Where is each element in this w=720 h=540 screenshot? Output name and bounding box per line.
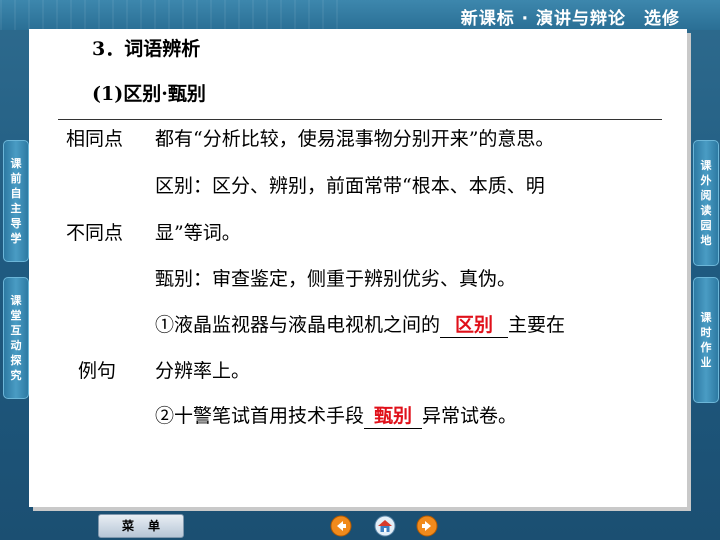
section-heading: 3．词语辨析	[92, 38, 201, 60]
example-label: 例句	[78, 360, 117, 382]
diff-text-line1: 区别：区分、辨别，前面常带“根本、本质、明	[155, 175, 545, 197]
diff-text-line3: 甄别：审查鉴定，侧重于辨别优劣、真伪。	[155, 268, 517, 290]
example-sentence-1: ①液晶监视器与液晶电视机之间的 区别 主要在	[155, 310, 565, 338]
diff-text-line2: 显”等词。	[155, 222, 241, 244]
top-bar-decoration	[0, 0, 340, 30]
example-sentence-2: ②十警笔试首用技术手段 甄别 异常试卷。	[155, 401, 517, 429]
arrow-left-icon[interactable]	[330, 515, 352, 537]
subheading: (1)区别·甄别	[92, 83, 206, 105]
nav-tab-extracurricular-reading[interactable]: 课外阅读园地	[693, 140, 719, 266]
home-icon[interactable]	[374, 515, 396, 537]
answer-blank-2: 甄别	[364, 401, 423, 429]
answer-blank-1: 区别	[440, 310, 509, 338]
example-1-before: ①液晶监视器与液晶电视机之间的	[155, 314, 441, 336]
nav-tab-classroom-inquiry[interactable]: 课堂互动探究	[3, 277, 29, 399]
same-point-text: 都有“分析比较，使易混事物分别开来”的意思。	[155, 128, 555, 150]
nav-tab-classroom-inquiry-label: 课堂互动探究	[10, 294, 22, 382]
nav-tab-extracurricular-reading-label: 课外阅读园地	[700, 159, 712, 247]
same-point-label: 相同点	[66, 128, 124, 150]
course-title: 新课标 · 演讲与辩论 选修	[460, 9, 680, 29]
nav-tab-homework[interactable]: 课时作业	[693, 277, 719, 403]
top-bar: 新课标 · 演讲与辩论 选修	[0, 0, 720, 30]
example-2-after: 异常试卷。	[422, 405, 518, 427]
arrow-right-icon[interactable]	[416, 515, 438, 537]
diff-point-label: 不同点	[66, 222, 124, 244]
answer-1: 区别	[455, 314, 494, 336]
example-1-line2: 分辨率上。	[155, 360, 251, 382]
nav-tab-homework-label: 课时作业	[700, 311, 712, 369]
example-1-after: 主要在	[508, 314, 566, 336]
menu-button[interactable]: 菜单	[98, 514, 184, 538]
example-2-before: ②十警笔试首用技术手段	[155, 405, 365, 427]
nav-tab-pre-class-study-label: 课前自主导学	[10, 157, 22, 245]
answer-2: 甄别	[374, 405, 413, 427]
table-top-rule	[58, 119, 662, 120]
nav-tab-pre-class-study[interactable]: 课前自主导学	[3, 140, 29, 262]
